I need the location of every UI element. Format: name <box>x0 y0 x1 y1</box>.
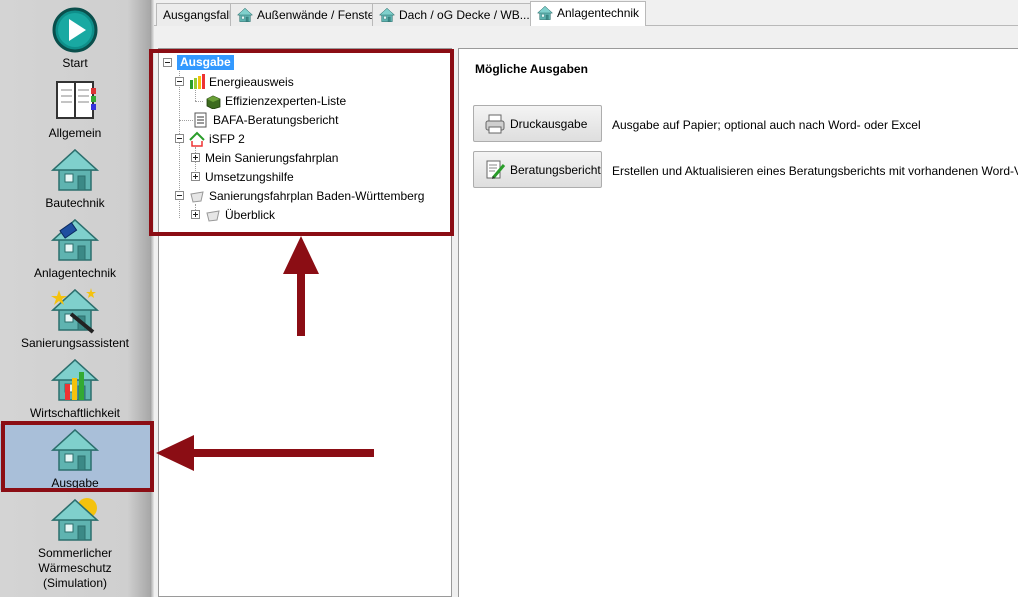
sidebar-item-label: Start <box>62 56 88 70</box>
sidebar-item-start[interactable]: Start <box>0 6 150 70</box>
panel-title: Mögliche Ausgaben <box>475 62 588 76</box>
tab-ausgangsfall[interactable]: Ausgangsfall <box>156 3 239 26</box>
house-magic-wand-icon <box>51 288 98 334</box>
house-sun-icon <box>52 498 98 541</box>
beratungsbericht-button[interactable]: Beratungsbericht <box>473 151 602 188</box>
sidebar-item-label: Sommerlicher <box>37 546 112 560</box>
sidebar-item-sommerlicher-waermeschutz[interactable]: Sommerlicher Wärmeschutz (Simulation) <box>0 496 150 591</box>
sidebar-item-bautechnik[interactable]: Bautechnik <box>0 146 150 210</box>
button-label: Beratungsbericht <box>510 162 601 177</box>
house-icon <box>379 8 395 22</box>
house-icon <box>237 8 253 22</box>
sidebar-item-sanierungsassistent[interactable]: Sanierungsassistent <box>0 286 150 350</box>
sidebar-item-wirtschaftlichkeit[interactable]: Wirtschaftlichkeit <box>0 356 150 420</box>
arrow-left-annotation <box>156 435 374 471</box>
printer-icon <box>485 114 505 133</box>
sidebar-item-label: Anlagentechnik <box>33 266 117 280</box>
play-icon <box>52 7 98 53</box>
tree-highlight-box <box>149 49 454 236</box>
house-solar-icon <box>52 219 98 261</box>
sidebar-item-label: Allgemein <box>48 126 102 140</box>
tab-label: Ausgangsfall <box>163 8 232 22</box>
tab-label: Dach / oG Decke / WB... <box>399 8 530 22</box>
house-icon <box>537 6 553 20</box>
tab-bar: Ausgangsfall Außenwände / Fenster Dach /… <box>154 0 1018 27</box>
sidebar-item-label: Sanierungsassistent <box>20 336 130 350</box>
house-icon <box>52 149 98 191</box>
druckausgabe-description: Ausgabe auf Papier; optional auch nach W… <box>612 118 921 132</box>
tab-anlagentechnik[interactable]: Anlagentechnik <box>530 1 647 27</box>
arrow-up-annotation <box>283 236 319 336</box>
tab-label: Außenwände / Fenster <box>257 8 379 22</box>
sidebar-item-allgemein[interactable]: Allgemein <box>0 76 150 140</box>
house-chart-icon <box>52 359 98 401</box>
tab-label: Anlagentechnik <box>557 6 640 20</box>
sidebar-item-label: (Simulation) <box>42 576 108 590</box>
druckausgabe-button[interactable]: Druckausgabe <box>473 105 602 142</box>
tab-dach[interactable]: Dach / oG Decke / WB... <box>372 3 537 26</box>
button-label: Druckausgabe <box>510 116 588 131</box>
sidebar-item-label: Bautechnik <box>45 196 105 210</box>
sidebar-highlight-box <box>1 421 154 492</box>
tab-aussenwaende-fenster[interactable]: Außenwände / Fenster <box>230 3 386 26</box>
sidebar: Start Allgemein Bautechnik Anlagentechni… <box>0 0 150 597</box>
report-edit-icon <box>486 160 506 179</box>
sidebar-item-anlagentechnik[interactable]: Anlagentechnik <box>0 216 150 280</box>
beratungsbericht-description: Erstellen und Aktualisieren eines Beratu… <box>612 164 1018 178</box>
notebook-icon <box>56 81 96 119</box>
sidebar-item-label: Wärmeschutz <box>38 561 112 575</box>
sidebar-item-label: Wirtschaftlichkeit <box>29 406 121 420</box>
output-panel: Mögliche Ausgaben Druckausgabe Ausgabe a… <box>458 48 1018 597</box>
